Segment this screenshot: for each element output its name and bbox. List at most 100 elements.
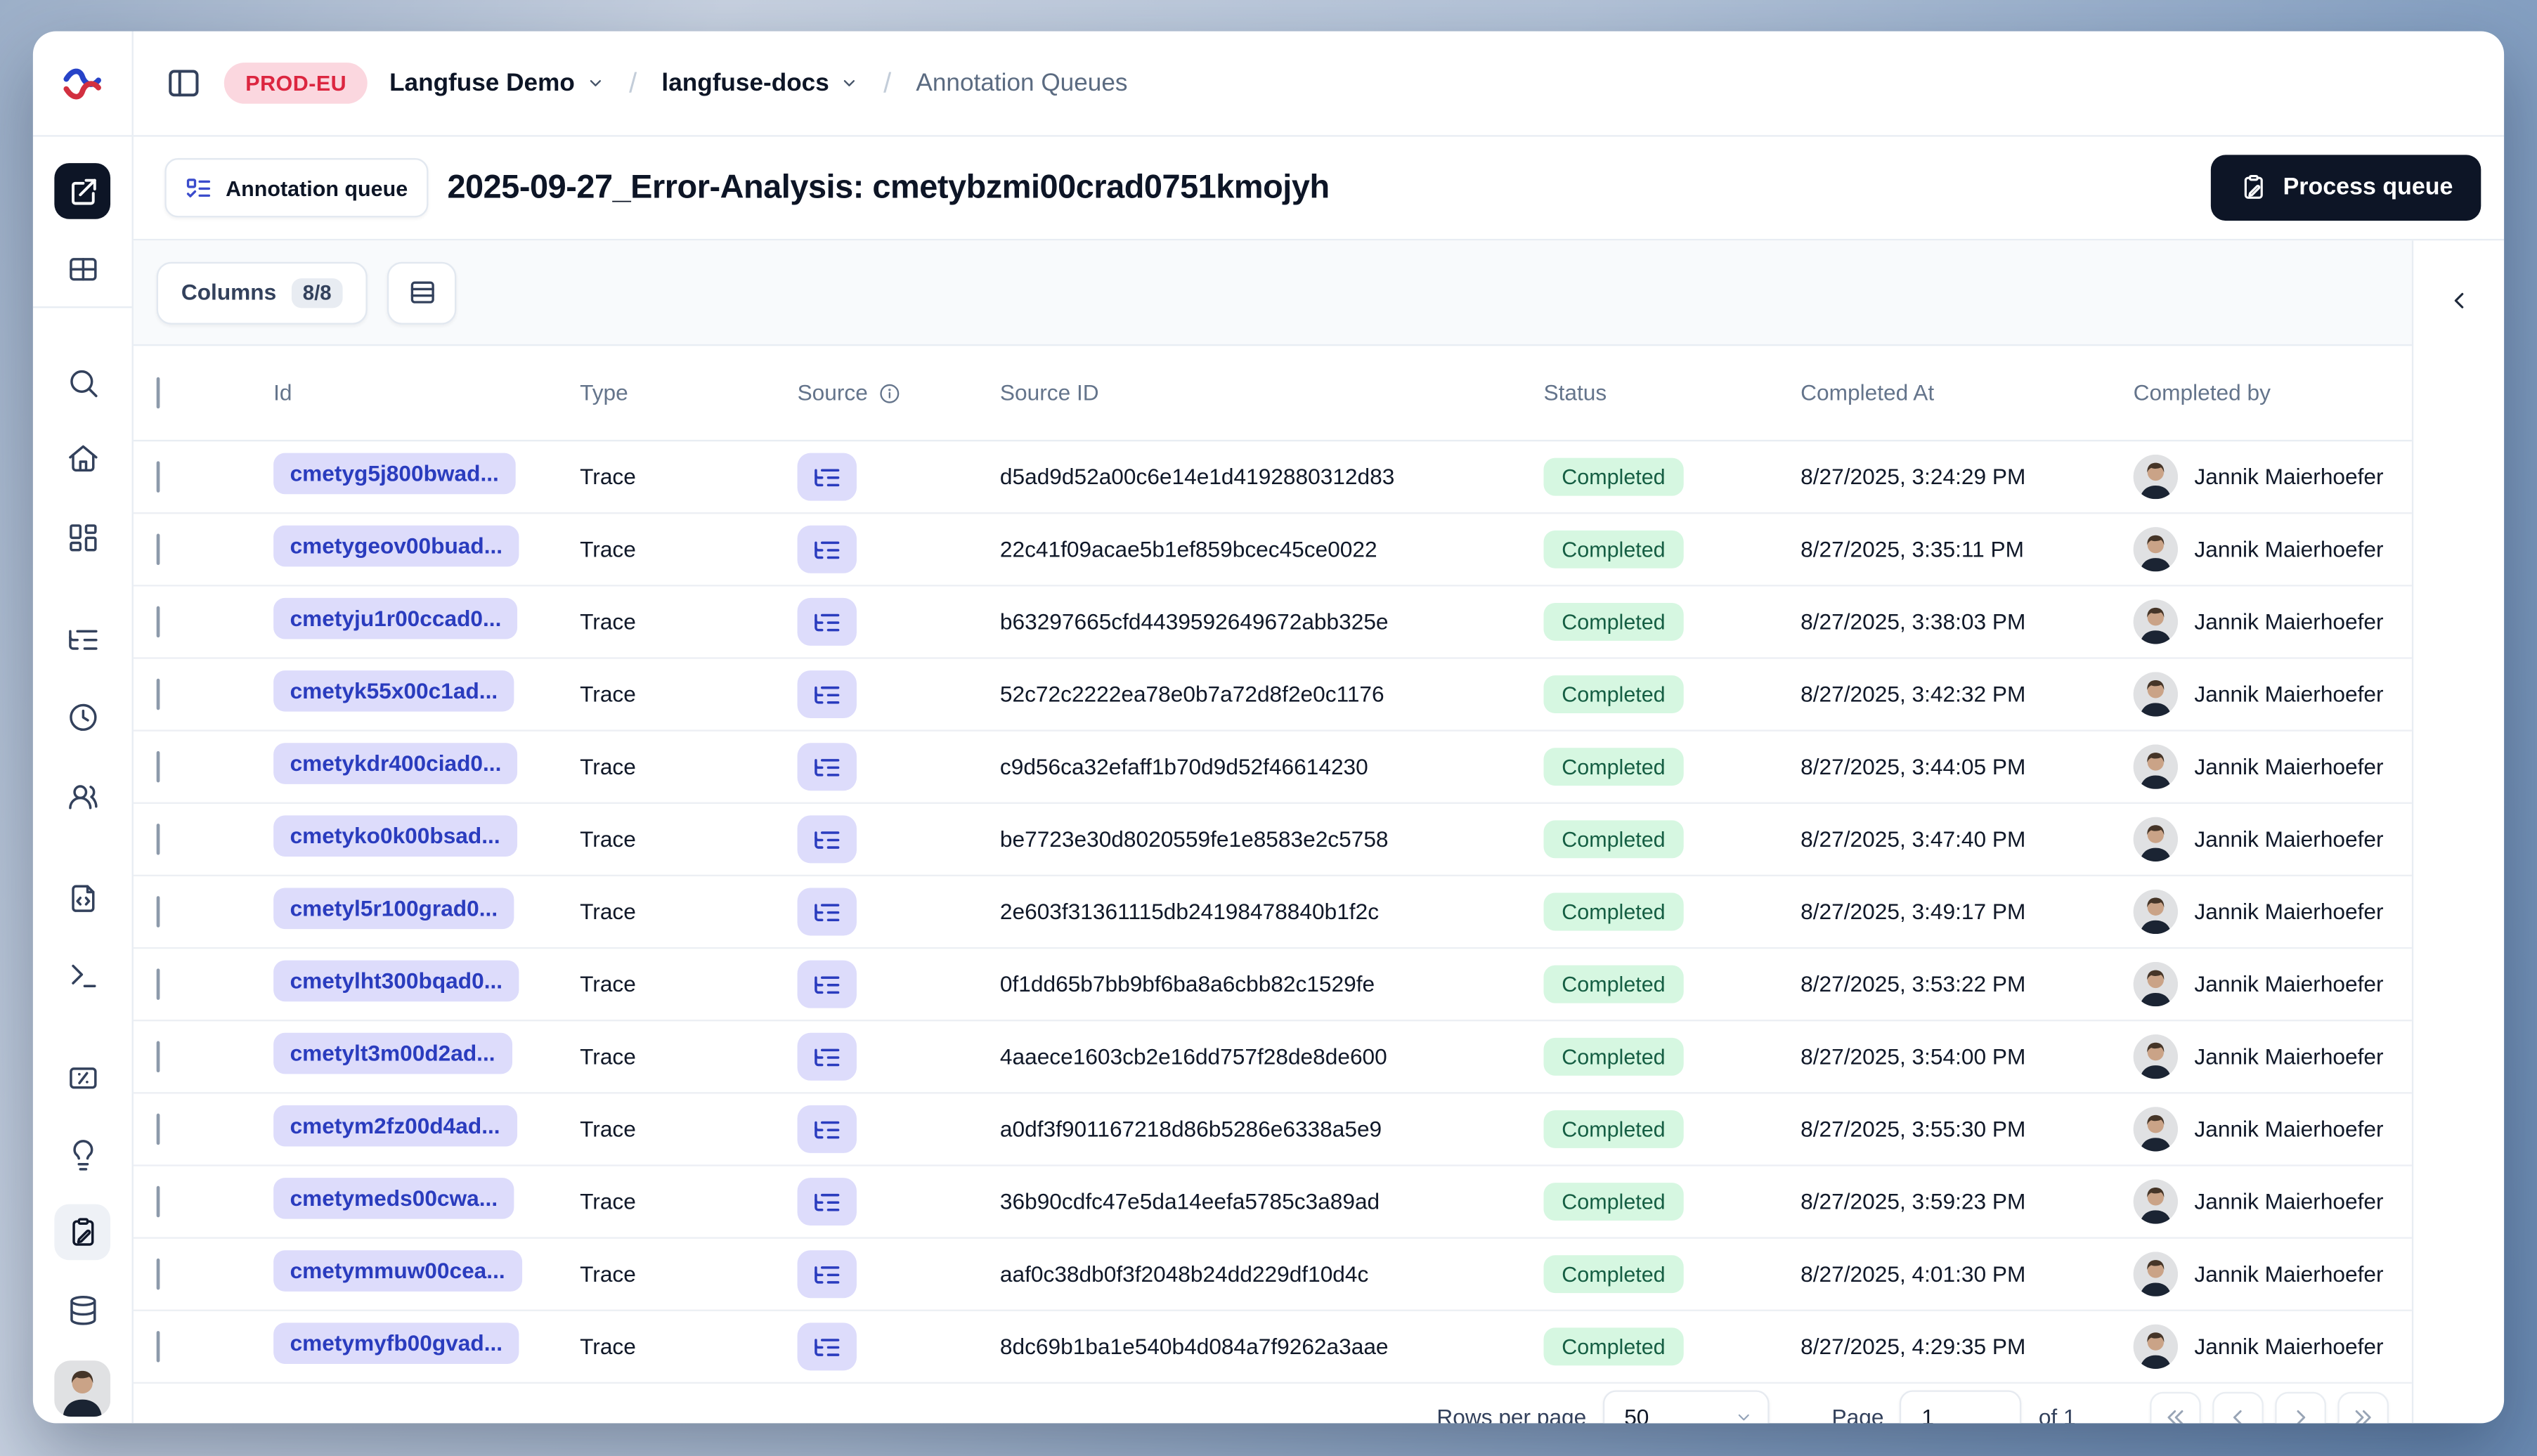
- sidebar-item-users[interactable]: [54, 767, 110, 824]
- row-checkbox[interactable]: [156, 1257, 160, 1289]
- item-id-pill[interactable]: cmetym2fz00d4ad...: [273, 1104, 517, 1146]
- row-checkbox[interactable]: [156, 1330, 160, 1362]
- source-trace-chip[interactable]: [797, 743, 857, 791]
- source-trace-chip[interactable]: [797, 597, 857, 646]
- source-id-cell: c9d56ca32efaff1b70d9d52f46614230: [999, 754, 1368, 779]
- source-trace-chip[interactable]: [797, 888, 857, 936]
- sidebar-item-lightbulb[interactable]: [54, 1126, 110, 1183]
- table-row: cmetygeov00buad... Trace 22c41f09acae5b1ef…: [133, 514, 2412, 587]
- pagination-chevron-left-button[interactable]: [2212, 1391, 2264, 1424]
- sidebar-item-database[interactable]: [54, 1282, 110, 1338]
- breadcrumb-section[interactable]: Annotation Queues: [916, 69, 1127, 97]
- row-checkbox[interactable]: [156, 1185, 160, 1217]
- column-header-source[interactable]: Source: [798, 380, 1000, 405]
- row-height-button[interactable]: [387, 261, 457, 324]
- sidebar-item-user-avatar[interactable]: [54, 1360, 111, 1417]
- sidebar-item-list-tree[interactable]: [54, 611, 110, 668]
- list-tree-icon: [815, 685, 840, 703]
- row-checkbox[interactable]: [156, 1112, 160, 1145]
- source-trace-chip[interactable]: [797, 453, 857, 501]
- completed-by-name: Jannik Maierhoefer: [2194, 1117, 2384, 1142]
- table-row: cmetylt3m00d2ad... Trace 4aaece1603cb2e16d…: [133, 1021, 2412, 1094]
- item-id-pill[interactable]: cmetymeds00cwa...: [273, 1176, 514, 1218]
- item-id-pill[interactable]: cmetygeov00buad...: [273, 524, 519, 566]
- pagination-chevrons-right-button[interactable]: [2337, 1391, 2389, 1424]
- completed-by-cell: Jannik Maierhoefer: [2133, 1324, 2396, 1369]
- column-header-source-id[interactable]: Source ID: [1000, 380, 1544, 405]
- item-id-pill[interactable]: cmetyk55x00c1ad...: [273, 669, 514, 711]
- breadcrumb-project-selector[interactable]: langfuse-docs: [661, 69, 859, 97]
- source-trace-chip[interactable]: [797, 1032, 857, 1081]
- sidebar-item-table[interactable]: [54, 240, 110, 297]
- sidebar-item-file-code[interactable]: [54, 870, 110, 926]
- row-checkbox[interactable]: [156, 460, 160, 492]
- completed-at-cell: 8/27/2025, 3:42:32 PM: [1800, 682, 2026, 707]
- item-id-pill[interactable]: cmetymyfb00gvad...: [273, 1322, 519, 1363]
- table-toolbar: Columns 8/8: [133, 240, 2412, 346]
- table-row: cmetymmuw00cea... Trace aaf0c38db0f3f2048b…: [133, 1239, 2412, 1311]
- row-checkbox[interactable]: [156, 677, 160, 710]
- sidebar-item-percent-card[interactable]: [54, 1049, 110, 1105]
- pagination-chevron-right-button[interactable]: [2275, 1391, 2326, 1424]
- completed-by-cell: Jannik Maierhoefer: [2133, 1252, 2396, 1296]
- list-tree-icon: [815, 758, 840, 776]
- source-trace-chip[interactable]: [797, 960, 857, 1008]
- pagination-chevrons-left-button[interactable]: [2150, 1391, 2201, 1424]
- column-header-id[interactable]: Id: [273, 380, 580, 405]
- sidebar-item-dashboard[interactable]: [54, 509, 110, 565]
- item-id-pill[interactable]: cmetyko0k00bsad...: [273, 814, 517, 856]
- clipboard-pen-icon: [2244, 174, 2263, 199]
- status-badge: Completed: [1543, 892, 1684, 931]
- breadcrumb-org-selector[interactable]: Langfuse Demo: [389, 69, 604, 97]
- completed-at-cell: 8/27/2025, 3:47:40 PM: [1800, 826, 2026, 852]
- process-queue-button[interactable]: Process queue: [2210, 155, 2481, 221]
- sidebar-item-home[interactable]: [54, 430, 110, 486]
- source-trace-chip[interactable]: [797, 1178, 857, 1226]
- item-id-pill[interactable]: cmetylt3m00d2ad...: [273, 1032, 512, 1074]
- item-id-pill[interactable]: cmetyju1r00ccad0...: [273, 597, 518, 639]
- chevron-left-icon: [2233, 1410, 2242, 1424]
- source-trace-chip[interactable]: [797, 670, 857, 719]
- sidebar-item-clock[interactable]: [54, 689, 110, 745]
- column-header-status[interactable]: Status: [1543, 380, 1800, 405]
- chevron-left-icon: [2453, 292, 2463, 308]
- langfuse-logo[interactable]: [32, 32, 132, 137]
- expand-panel-button[interactable]: [2436, 277, 2482, 323]
- select-all-checkbox[interactable]: [156, 376, 160, 408]
- completed-by-name: Jannik Maierhoefer: [2194, 1044, 2384, 1070]
- item-id-pill[interactable]: cmetykdr400ciad0...: [273, 742, 518, 784]
- source-id-cell: d5ad9d52a00c6e14e1d4192880312d83: [999, 464, 1395, 490]
- source-trace-chip[interactable]: [797, 525, 857, 573]
- row-checkbox[interactable]: [156, 822, 160, 854]
- home-icon: [68, 444, 97, 471]
- completed-at-cell: 8/27/2025, 3:49:17 PM: [1800, 899, 2026, 925]
- sidebar-item-search[interactable]: [54, 354, 110, 410]
- source-trace-chip[interactable]: [797, 1250, 857, 1299]
- row-checkbox[interactable]: [156, 750, 160, 782]
- source-trace-chip[interactable]: [797, 1322, 857, 1371]
- source-trace-chip[interactable]: [797, 1105, 857, 1153]
- item-id-pill[interactable]: cmetymmuw00cea...: [273, 1249, 522, 1291]
- column-header-completed-by[interactable]: Completed by: [2134, 380, 2396, 405]
- rows-per-page-select[interactable]: 50: [1602, 1390, 1770, 1424]
- columns-button[interactable]: Columns 8/8: [156, 261, 368, 324]
- sidebar-item-clipboard-pen[interactable]: [54, 1204, 111, 1261]
- row-checkbox[interactable]: [156, 895, 160, 927]
- page-number-input[interactable]: [1900, 1390, 2023, 1424]
- avatar: [2133, 1179, 2178, 1224]
- column-header-completed-at[interactable]: Completed At: [1800, 380, 2134, 405]
- item-id-pill[interactable]: cmetyl5r100grad0...: [273, 887, 514, 928]
- row-checkbox[interactable]: [156, 968, 160, 999]
- source-id-cell: 2e603f31361115db24198478840b1f2c: [999, 899, 1380, 925]
- sidebar-item-external-link[interactable]: [54, 163, 111, 219]
- rows-per-page-label: Rows per page: [1436, 1405, 1587, 1424]
- item-id-pill[interactable]: cmetyg5j800bwad...: [273, 452, 516, 494]
- sidebar-toggle-icon[interactable]: [164, 64, 202, 102]
- row-checkbox[interactable]: [156, 1040, 160, 1072]
- row-checkbox[interactable]: [156, 533, 160, 564]
- sidebar-item-terminal[interactable]: [54, 947, 110, 1003]
- row-checkbox[interactable]: [156, 605, 160, 637]
- column-header-type[interactable]: Type: [580, 380, 797, 405]
- item-id-pill[interactable]: cmetylht300bqad0...: [273, 959, 519, 1001]
- source-trace-chip[interactable]: [797, 815, 857, 864]
